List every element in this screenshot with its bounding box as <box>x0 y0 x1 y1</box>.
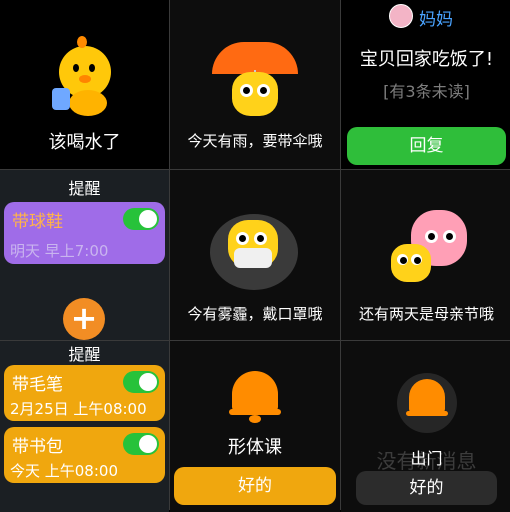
reminder-toggle[interactable] <box>123 371 159 393</box>
reminder-time: 明天 早上7:00 <box>10 242 109 260</box>
two-creatures-icon <box>389 206 469 286</box>
reminder-list-screen-2: 提醒 带毛笔 2月25日 上午08:00 带书包 今天 上午08:00 <box>0 341 169 512</box>
message-screen[interactable]: 妈妈 宝贝回家吃饭了! [有3条未读] 回复 <box>341 0 510 169</box>
ok-button[interactable]: 好的 <box>174 467 336 505</box>
umbrella-chick-icon <box>212 42 298 120</box>
reminder-card[interactable]: 带毛笔 2月25日 上午08:00 <box>4 365 165 421</box>
class-alarm-screen[interactable]: 形体课 好的 <box>170 341 340 512</box>
reminder-header: 提醒 <box>68 179 101 198</box>
ok-button[interactable]: 好的 <box>356 471 497 505</box>
alarm-label: 出门 <box>410 449 443 468</box>
reminder-toggle[interactable] <box>123 433 159 455</box>
reminder-header: 提醒 <box>68 345 101 364</box>
reminder-toggle[interactable] <box>123 208 159 230</box>
smog-weather-screen[interactable]: 今有雾霾，戴口罩哦 <box>170 170 340 340</box>
go-out-alarm-screen[interactable]: 没有新消息 出门 好的 <box>341 341 510 512</box>
rain-reminder-text: 今天有雨，要带伞哦 <box>187 132 323 150</box>
message-text: 宝贝回家吃饭了! <box>359 49 494 70</box>
watch-screens-grid: 该喝水了 今天有雨，要带伞哦 妈妈 宝贝回家吃饭了! [有3条未读] 回复 提醒… <box>0 0 510 512</box>
mom-avatar <box>389 4 413 28</box>
alarm-label: 形体课 <box>228 437 282 458</box>
mothers-day-text: 还有两天是母亲节哦 <box>358 305 494 323</box>
reminder-title: 带书包 <box>12 437 63 457</box>
smog-reminder-text: 今有雾霾，戴口罩哦 <box>187 305 323 323</box>
reminder-time: 今天 上午08:00 <box>10 462 118 480</box>
sender-name: 妈妈 <box>419 10 453 30</box>
reminder-title: 带毛笔 <box>12 375 63 395</box>
rain-weather-screen[interactable]: 今天有雨，要带伞哦 <box>170 0 340 169</box>
water-reminder-screen[interactable]: 该喝水了 <box>0 0 169 169</box>
reminder-time: 2月25日 上午08:00 <box>10 400 147 418</box>
reply-button[interactable]: 回复 <box>347 127 506 165</box>
water-reminder-text: 该喝水了 <box>48 132 121 153</box>
mask-chick-icon <box>210 210 300 290</box>
reminder-title: 带球鞋 <box>12 212 63 232</box>
mothers-day-screen[interactable]: 还有两天是母亲节哦 <box>341 170 510 340</box>
bell-icon <box>229 371 281 423</box>
add-reminder-button[interactable]: + <box>63 298 105 340</box>
duck-mascot <box>52 36 115 116</box>
reminder-card[interactable]: 带书包 今天 上午08:00 <box>4 427 165 483</box>
unread-count: [有3条未读] <box>383 82 470 101</box>
reminder-list-screen: 提醒 带球鞋 明天 早上7:00 + <box>0 170 169 340</box>
reminder-card[interactable]: 带球鞋 明天 早上7:00 <box>4 202 165 264</box>
bell-icon <box>397 371 457 433</box>
